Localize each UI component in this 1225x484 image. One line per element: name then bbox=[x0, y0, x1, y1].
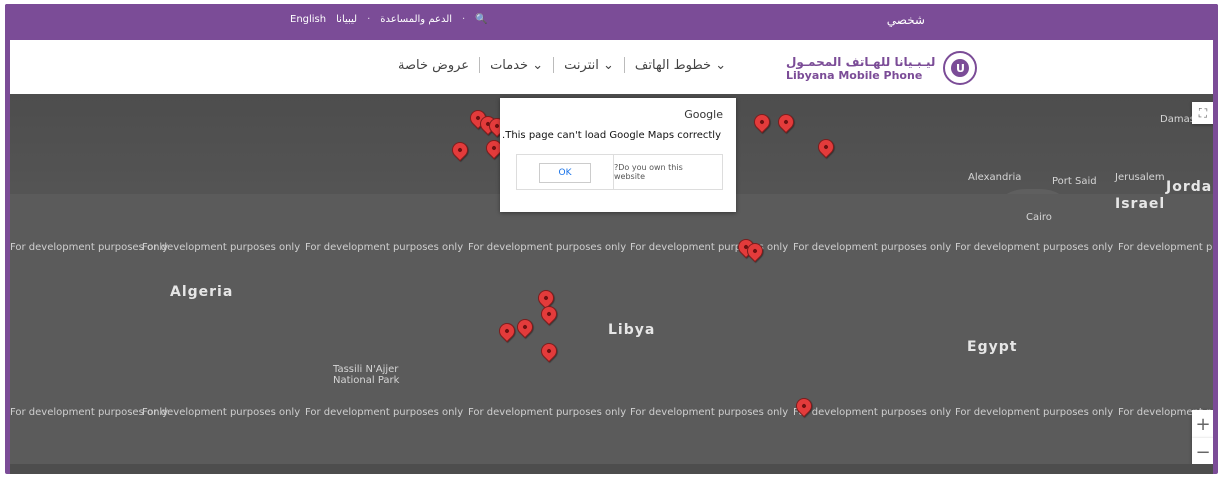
country-label-israel: Israel bbox=[1115, 196, 1166, 212]
dialog-message: .This page can't load Google Maps correc… bbox=[502, 130, 721, 141]
city-label-alexandria: Alexandria bbox=[968, 172, 1022, 183]
dev-watermark: For development purposes only bbox=[468, 242, 627, 253]
dev-watermark: For development purposes only bbox=[142, 407, 301, 418]
country-label-egypt: Egypt bbox=[967, 339, 1018, 355]
dev-watermark: For development purposes only bbox=[1118, 242, 1213, 253]
dev-watermark: For development purposes only bbox=[305, 407, 464, 418]
language-link[interactable]: English bbox=[290, 14, 326, 25]
dev-watermark: For development purposes only bbox=[955, 407, 1114, 418]
top-links: English ليبيانا · الدعم والمساعدة · 🔍 bbox=[290, 14, 488, 25]
own-site-link[interactable]: ?Do you own this website bbox=[613, 155, 722, 189]
brand-english: Libyana Mobile Phone bbox=[786, 68, 923, 82]
dialog-actions: OK ?Do you own this website bbox=[516, 154, 723, 190]
chevron-down-icon: ⌄ bbox=[715, 57, 727, 73]
support-link[interactable]: الدعم والمساعدة bbox=[380, 14, 452, 25]
ok-button[interactable]: OK bbox=[539, 163, 591, 183]
nav-items: عروض خاصة خدمات ⌄ انترنت ⌄ خطوط الهاتف ⌄ bbox=[398, 57, 726, 73]
top-bar: English ليبيانا · الدعم والمساعدة · 🔍 شخ… bbox=[5, 4, 1218, 40]
city-label-cairo: Cairo bbox=[1026, 212, 1052, 223]
country-label-libya: Libya bbox=[608, 322, 656, 338]
dev-watermark: For development purposes only bbox=[793, 242, 952, 253]
city-label-jerusalem: Jerusalem bbox=[1115, 172, 1165, 183]
maps-error-dialog: Google .This page can't load Google Maps… bbox=[500, 98, 736, 212]
nav-item-phone-lines[interactable]: خطوط الهاتف ⌄ bbox=[635, 58, 726, 73]
chevron-down-icon: ⌄ bbox=[603, 57, 614, 73]
nav-divider bbox=[479, 57, 481, 73]
page-frame: English ليبيانا · الدعم والمساعدة · 🔍 شخ… bbox=[5, 4, 1218, 474]
country-label-jordan: Jordan bbox=[1166, 179, 1213, 195]
nav-divider bbox=[623, 57, 625, 73]
dev-watermark: For development purposes only bbox=[142, 242, 301, 253]
search-icon[interactable]: 🔍 bbox=[475, 14, 487, 25]
zoom-out-button[interactable]: − bbox=[1192, 438, 1213, 466]
brand-arabic: ليـبـيانا للهـاتف المحمـول bbox=[786, 54, 936, 69]
nav-item-services[interactable]: خدمات ⌄ bbox=[490, 58, 543, 73]
nav-divider bbox=[553, 57, 555, 73]
country-label-algeria: Algeria bbox=[170, 284, 234, 300]
nav-item-internet[interactable]: انترنت ⌄ bbox=[564, 58, 614, 73]
dev-watermark: For development purposes only bbox=[468, 407, 627, 418]
chevron-down-icon: ⌄ bbox=[532, 57, 544, 73]
zoom-in-button[interactable]: + bbox=[1192, 410, 1213, 438]
libyana-link[interactable]: ليبيانا bbox=[336, 14, 357, 25]
city-label-port-said: Port Said bbox=[1052, 176, 1097, 187]
nav-item-special-offers[interactable]: عروض خاصة bbox=[398, 58, 469, 73]
brand-logo[interactable]: ليـبـيانا للهـاتف المحمـول Libyana Mobil… bbox=[786, 51, 978, 85]
fullscreen-icon[interactable]: ⛶ bbox=[1192, 102, 1213, 124]
map-container[interactable]: Algeria Libya Egypt Israel Jordan Alexan… bbox=[10, 94, 1213, 474]
dev-watermark: For development purposes only bbox=[630, 242, 789, 253]
park-label: Tassili N'Ajjer National Park bbox=[333, 364, 400, 386]
dev-watermark: For development purposes only bbox=[305, 242, 464, 253]
account-link[interactable]: شخصي bbox=[887, 13, 925, 27]
separator: · bbox=[367, 14, 371, 25]
dev-watermark: For development purposes only bbox=[955, 242, 1114, 253]
logo-icon: U bbox=[943, 51, 978, 85]
dev-watermark: For development purposes only bbox=[793, 407, 952, 418]
separator: · bbox=[462, 14, 466, 25]
dialog-brand: Google bbox=[684, 108, 723, 121]
dev-watermark: For development purposes only bbox=[630, 407, 789, 418]
map-footer bbox=[10, 464, 1213, 474]
main-navigation: عروض خاصة خدمات ⌄ انترنت ⌄ خطوط الهاتف ⌄… bbox=[10, 40, 1213, 94]
